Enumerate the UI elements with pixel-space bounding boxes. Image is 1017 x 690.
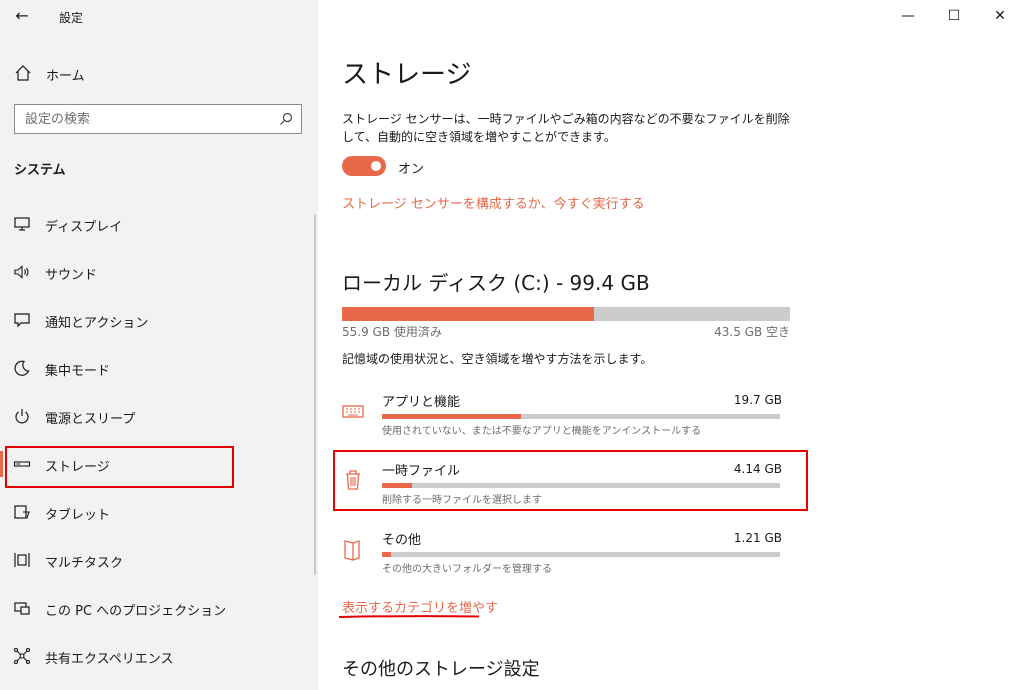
focus-moon-icon [14, 360, 30, 376]
storage-sense-description: ストレージ センサーは、一時ファイルやごみ箱の内容などの不要なファイルを削除して… [342, 112, 790, 144]
sidebar-item-notifications[interactable]: 通知とアクション [0, 300, 318, 340]
sidebar-item-label: この PC へのプロジェクション [45, 604, 227, 619]
category-bar [382, 552, 780, 557]
page-title: ストレージ [342, 60, 472, 90]
tablet-icon [14, 505, 30, 519]
category-bar-fill [382, 552, 391, 557]
category-name: アプリと機能 [382, 395, 461, 410]
toggle-state-label: オン [398, 162, 425, 177]
disk-usage-fill [342, 307, 594, 321]
sidebar-item-label: 電源とスリープ [45, 412, 136, 427]
category-size: 19.7 GB [733, 393, 782, 407]
category-description: その他の大きいフォルダーを管理する [382, 564, 552, 575]
category-name: その他 [382, 533, 422, 548]
sidebar-item-label: 通知とアクション [45, 316, 149, 331]
sound-icon [14, 265, 29, 279]
storage-sense-toggle[interactable] [342, 156, 386, 176]
category-description: 使用されていない、または不要なアプリと機能をアンインストールする [382, 426, 702, 437]
folder-icon [344, 540, 360, 561]
sidebar: ← 設定 ホーム システム ディスプレイ サウンド [0, 0, 318, 690]
category-apps-features[interactable]: アプリと機能 19.7 GB 使用されていない、または不要なアプリと機能をアンイ… [342, 391, 782, 447]
sidebar-item-label: タブレット [45, 508, 111, 523]
sidebar-item-home[interactable]: ホーム [0, 58, 318, 88]
red-underline-annotation [338, 615, 480, 618]
home-icon [15, 65, 31, 81]
keyboard-icon [342, 405, 364, 418]
sidebar-item-label: サウンド [45, 268, 98, 283]
category-other[interactable]: その他 1.21 GB その他の大きいフォルダーを管理する [342, 529, 782, 585]
sidebar-item-display[interactable]: ディスプレイ [0, 204, 318, 244]
sidebar-item-label: 集中モード [45, 364, 111, 379]
sidebar-item-focus[interactable]: 集中モード [0, 348, 318, 388]
main-content: ストレージ ストレージ センサーは、一時ファイルやごみ箱の内容などの不要なファイ… [318, 0, 1017, 690]
display-icon [14, 217, 30, 231]
sidebar-item-multitask[interactable]: マルチタスク [0, 540, 318, 580]
sidebar-item-label: ディスプレイ [45, 220, 123, 235]
sidebar-item-label: マルチタスク [45, 556, 124, 571]
sidebar-item-label: 共有エクスペリエンス [45, 652, 174, 667]
back-arrow-icon[interactable]: ← [8, 4, 36, 28]
configure-storage-sense-link[interactable]: ストレージ センサーを構成するか、今すぐ実行する [342, 193, 645, 212]
shared-experience-icon [13, 647, 31, 665]
category-size: 1.21 GB [733, 531, 782, 545]
search-box[interactable] [14, 104, 302, 134]
show-more-categories-link[interactable]: 表示するカテゴリを増やす [342, 597, 498, 616]
storage-highlight-box [5, 446, 234, 488]
search-icon[interactable] [279, 112, 293, 126]
sidebar-item-sound[interactable]: サウンド [0, 252, 318, 292]
sidebar-item-power[interactable]: 電源とスリープ [0, 396, 318, 436]
usage-description: 記憶域の使用状況と、空き領域を増やす方法を示します。 [342, 352, 653, 366]
disk-title: ローカル ディスク (C:) - 99.4 GB [342, 271, 650, 295]
sidebar-item-shared-experience[interactable]: 共有エクスペリエンス [0, 636, 318, 676]
free-space-label: 43.5 GB 空き [714, 325, 790, 339]
sidebar-item-tablet[interactable]: タブレット [0, 492, 318, 532]
multitask-icon [14, 553, 30, 567]
toggle-knob [371, 161, 381, 171]
category-bar [382, 414, 780, 419]
category-bar-fill [382, 414, 522, 419]
sidebar-item-projection[interactable]: この PC へのプロジェクション [0, 588, 318, 628]
app-title: 設定 [59, 11, 84, 25]
other-storage-settings-heading: その他のストレージ設定 [342, 659, 540, 680]
projection-icon [14, 602, 30, 615]
active-indicator [0, 451, 3, 477]
search-input[interactable] [25, 110, 265, 128]
disk-usage-bar [342, 307, 790, 321]
notification-icon [14, 313, 30, 328]
used-space-label: 55.9 GB 使用済み [342, 325, 442, 339]
power-icon [15, 409, 29, 424]
section-heading: システム [14, 163, 66, 178]
sidebar-item-label: ホーム [46, 69, 85, 84]
temp-files-highlight-box [333, 450, 808, 511]
